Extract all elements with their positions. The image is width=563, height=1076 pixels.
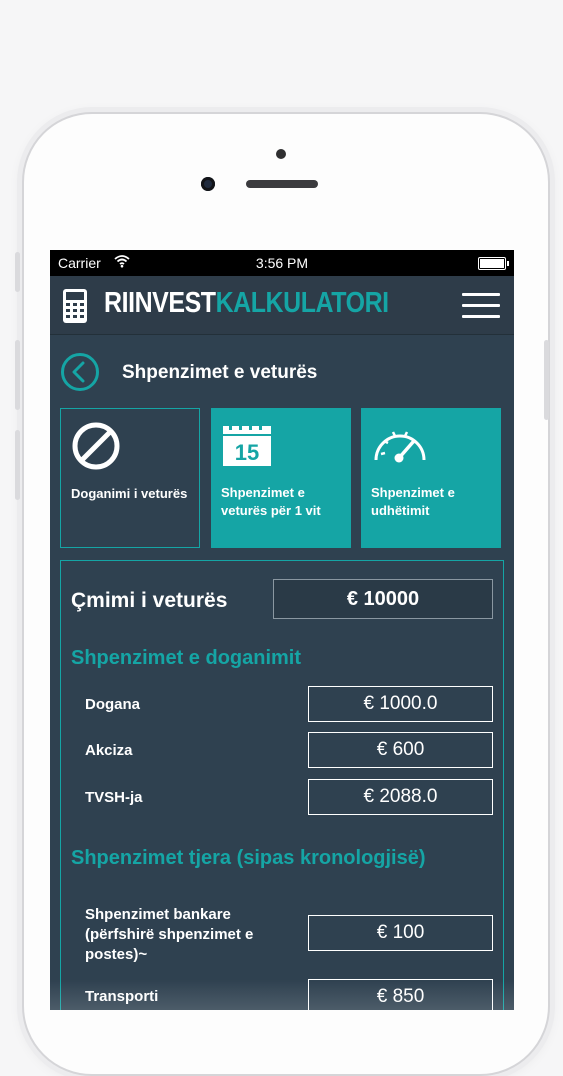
speedometer-icon bbox=[374, 431, 426, 463]
customs-value-field[interactable]: € 1000.0 bbox=[308, 686, 493, 722]
earpiece-speaker bbox=[246, 180, 318, 188]
app-screen: Carrier 3:56 PM RIINVESTKALKULATORI Shpe… bbox=[50, 250, 514, 1010]
calendar-day: 15 bbox=[235, 440, 259, 465]
bank-fees-row-label: Shpenzimet bankare (përfshirë shpenzimet… bbox=[85, 906, 254, 963]
tile-customs-label: Doganimi i veturës bbox=[71, 486, 188, 501]
volume-up-button bbox=[15, 340, 20, 410]
tile-customs[interactable]: Doganimi i veturës bbox=[60, 408, 200, 548]
brand-secondary: KALKULATORI bbox=[215, 287, 390, 319]
car-price-label: Çmimi i veturës bbox=[71, 589, 228, 612]
page-header: Shpenzimet e veturës bbox=[50, 334, 514, 408]
proximity-sensor bbox=[276, 149, 286, 159]
bank-fees-value-field[interactable]: € 100 bbox=[308, 915, 493, 951]
back-arrow-icon[interactable] bbox=[60, 352, 100, 392]
calculator-icon bbox=[63, 289, 87, 323]
customs-section-title: Shpenzimet e doganimit bbox=[71, 647, 302, 669]
app-bar: RIINVESTKALKULATORI bbox=[50, 276, 514, 335]
calculator-panel: Çmimi i veturës € 10000 Shpenzimet e dog… bbox=[60, 560, 504, 1010]
tile-yearly-costs-label: Shpenzimet e veturës për 1 vit bbox=[221, 485, 321, 518]
clock: 3:56 PM bbox=[255, 255, 309, 271]
power-button bbox=[544, 340, 549, 420]
customs-row-label: Dogana bbox=[85, 696, 141, 713]
calendar-icon: 15 bbox=[223, 422, 271, 466]
block-icon bbox=[72, 422, 120, 470]
transport-row-label: Transporti bbox=[85, 988, 159, 1005]
tile-travel-costs[interactable]: Shpenzimet e udhëtimit bbox=[361, 408, 501, 548]
other-section-title: Shpenzimet tjera (sipas kronologjisë) bbox=[71, 847, 426, 869]
app-brand: RIINVESTKALKULATORI bbox=[104, 287, 389, 320]
mute-switch bbox=[15, 252, 20, 292]
excise-row-label: Akciza bbox=[85, 742, 133, 759]
tile-yearly-costs[interactable]: 15 Shpenzimet e veturës për 1 vit bbox=[211, 408, 351, 548]
page-title: Shpenzimet e veturës bbox=[122, 362, 318, 383]
tile-travel-costs-label: Shpenzimet e udhëtimit bbox=[371, 485, 455, 518]
status-bar: Carrier 3:56 PM bbox=[50, 250, 514, 276]
transport-value-field[interactable]: € 850 bbox=[308, 979, 493, 1010]
front-camera bbox=[201, 177, 215, 191]
menu-icon[interactable] bbox=[462, 293, 500, 319]
vat-row-label: TVSH-ja bbox=[85, 789, 143, 806]
vat-value-field[interactable]: € 2088.0 bbox=[308, 779, 493, 815]
car-price-input[interactable]: € 10000 bbox=[273, 579, 493, 619]
battery-icon bbox=[478, 257, 509, 270]
volume-down-button bbox=[15, 430, 20, 500]
excise-value-field[interactable]: € 600 bbox=[308, 732, 493, 768]
brand-primary: RIINVEST bbox=[104, 287, 216, 319]
